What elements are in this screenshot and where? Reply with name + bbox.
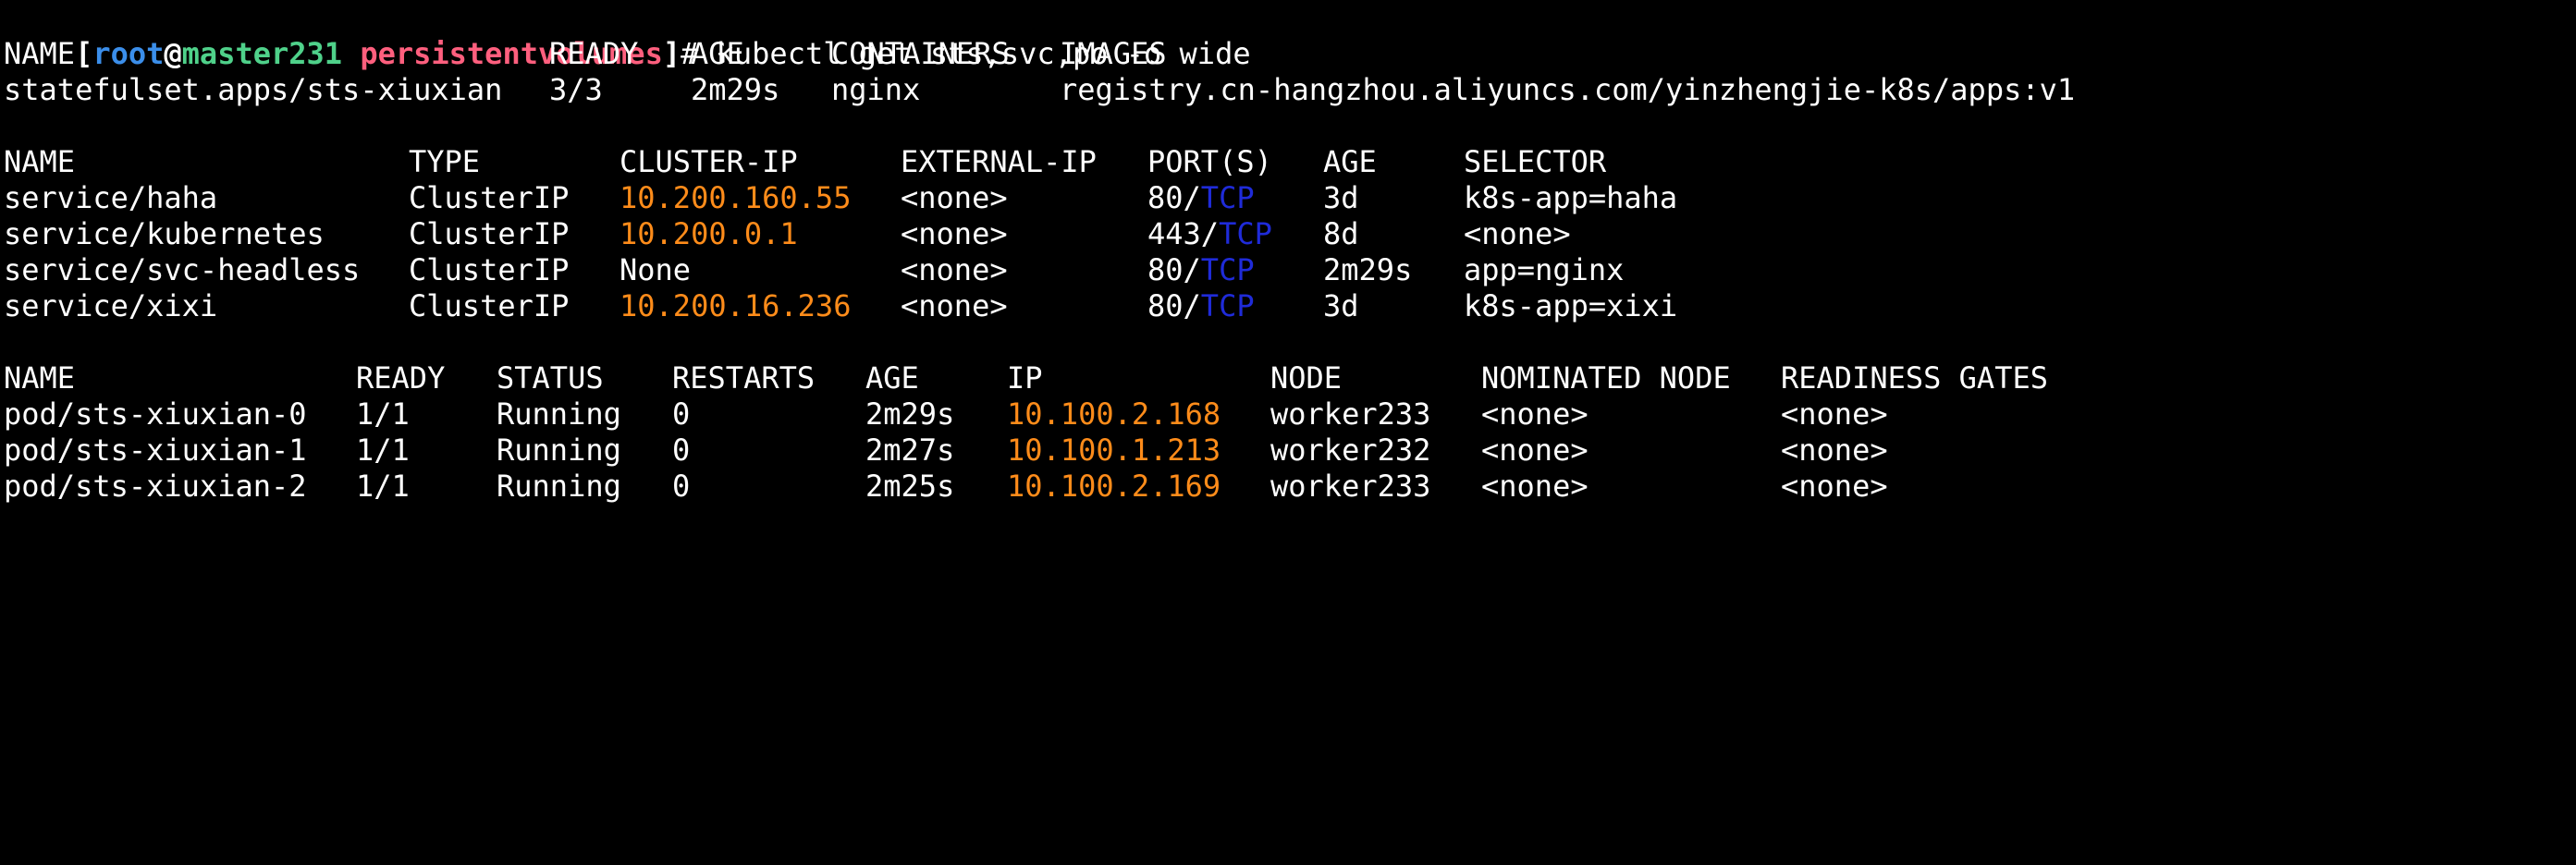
svc-header-age: AGE bbox=[1323, 144, 1377, 179]
svc-cluster-ip: 10.200.0.1 bbox=[619, 216, 798, 251]
svc-age: 3d bbox=[1323, 180, 1359, 215]
sts-header-containers: CONTAINERS bbox=[831, 36, 1010, 71]
pod-ready: 1/1 bbox=[356, 396, 410, 432]
svc-port: 80/TCP bbox=[1147, 180, 1255, 215]
svc-row: service/xixi ClusterIP 10.200.16.236 <no… bbox=[4, 288, 2500, 324]
svc-selector: <none> bbox=[1464, 216, 1571, 251]
svc-age: 3d bbox=[1323, 288, 1359, 323]
pod-ip: 10.100.1.213 bbox=[1007, 432, 1221, 468]
svc-cluster-ip: 10.200.160.55 bbox=[619, 180, 852, 215]
pod-node: worker232 bbox=[1270, 432, 1431, 468]
svc-age: 2m29s bbox=[1323, 252, 1413, 287]
svc-type: ClusterIP bbox=[409, 288, 570, 323]
svc-name: service/kubernetes bbox=[4, 216, 325, 251]
pod-restarts: 0 bbox=[672, 469, 691, 504]
command-prompt-line: [root@master231 persistentvolumes]# kube… bbox=[4, 0, 1251, 71]
pod-readiness-gates: <none> bbox=[1781, 432, 1888, 468]
pod-readiness-gates: <none> bbox=[1781, 469, 1888, 504]
pod-header-restarts: RESTARTS bbox=[672, 360, 816, 396]
pod-readiness-gates: <none> bbox=[1781, 396, 1888, 432]
svc-type: ClusterIP bbox=[409, 180, 570, 215]
sts-age: 2m29s bbox=[691, 72, 780, 107]
svc-cluster-ip: None bbox=[619, 252, 692, 287]
pod-restarts: 0 bbox=[672, 396, 691, 432]
sts-header-age: AGE bbox=[691, 36, 744, 71]
svc-protocol: TCP bbox=[1200, 252, 1255, 287]
svc-name: service/svc-headless bbox=[4, 252, 361, 287]
svc-type: ClusterIP bbox=[409, 252, 570, 287]
pod-age: 2m29s bbox=[865, 396, 955, 432]
svc-protocol: TCP bbox=[1200, 180, 1255, 215]
svc-header-type: TYPE bbox=[409, 144, 481, 179]
sts-containers: nginx bbox=[831, 72, 921, 107]
svc-name: service/haha bbox=[4, 180, 218, 215]
sts-header-row: NAME READY AGE CONTAINERS IMAGES bbox=[4, 36, 2500, 72]
pod-restarts: 0 bbox=[672, 432, 691, 468]
pod-ip: 10.100.2.169 bbox=[1007, 469, 1221, 504]
pod-node: worker233 bbox=[1270, 396, 1431, 432]
pod-header-status: STATUS bbox=[497, 360, 604, 396]
pod-header-row: NAME READY STATUS RESTARTS AGE IP NODE N… bbox=[4, 360, 2500, 396]
svc-external-ip: <none> bbox=[901, 288, 1008, 323]
sts-images: registry.cn-hangzhou.aliyuncs.com/yinzhe… bbox=[1060, 72, 2076, 107]
svc-port: 80/TCP bbox=[1147, 252, 1255, 287]
pod-header-node: NODE bbox=[1270, 360, 1343, 396]
pod-status: Running bbox=[497, 469, 621, 504]
svc-row: service/svc-headless ClusterIP None <non… bbox=[4, 252, 2500, 288]
svc-cluster-ip: 10.200.16.236 bbox=[619, 288, 852, 323]
pod-ip: 10.100.2.168 bbox=[1007, 396, 1221, 432]
svc-type: ClusterIP bbox=[409, 216, 570, 251]
sts-header-name: NAME bbox=[4, 36, 76, 71]
svc-external-ip: <none> bbox=[901, 252, 1008, 287]
svc-name: service/xixi bbox=[4, 288, 218, 323]
sts-name: statefulset.apps/sts-xiuxian bbox=[4, 72, 503, 107]
svc-selector: app=nginx bbox=[1464, 252, 1625, 287]
pod-header-ip: IP bbox=[1007, 360, 1043, 396]
svc-row: service/haha ClusterIP 10.200.160.55 <no… bbox=[4, 180, 2500, 216]
pod-row: pod/sts-xiuxian-1 1/1 Running 0 2m27s 10… bbox=[4, 432, 2500, 469]
sts-header-ready: READY bbox=[549, 36, 639, 71]
sts-row: statefulset.apps/sts-xiuxian 3/3 2m29s n… bbox=[4, 72, 2500, 108]
svc-header-ports: PORT(S) bbox=[1147, 144, 1272, 179]
svc-header-row: NAME TYPE CLUSTER-IP EXTERNAL-IP PORT(S)… bbox=[4, 144, 2500, 180]
sts-header-images: IMAGES bbox=[1060, 36, 1167, 71]
svc-row: service/kubernetes ClusterIP 10.200.0.1 … bbox=[4, 216, 2500, 252]
pod-header-readiness-gates: READINESS GATES bbox=[1781, 360, 2048, 396]
svc-protocol: TCP bbox=[1219, 216, 1272, 251]
pod-age: 2m27s bbox=[865, 432, 955, 468]
svc-selector: k8s-app=haha bbox=[1464, 180, 1678, 215]
pod-name: pod/sts-xiuxian-2 bbox=[4, 469, 307, 504]
svc-age: 8d bbox=[1323, 216, 1359, 251]
pod-ready: 1/1 bbox=[356, 432, 410, 468]
pod-name: pod/sts-xiuxian-0 bbox=[4, 396, 307, 432]
pod-node: worker233 bbox=[1270, 469, 1431, 504]
pod-row: pod/sts-xiuxian-0 1/1 Running 0 2m29s 10… bbox=[4, 396, 2500, 432]
terminal-window[interactable]: [root@master231 persistentvolumes]# kube… bbox=[0, 0, 2576, 506]
svc-port: 443/TCP bbox=[1147, 216, 1272, 251]
pod-nominated-node: <none> bbox=[1481, 432, 1589, 468]
pod-header-age: AGE bbox=[865, 360, 919, 396]
pod-name: pod/sts-xiuxian-1 bbox=[4, 432, 307, 468]
sts-ready: 3/3 bbox=[549, 72, 603, 107]
svc-port: 80/TCP bbox=[1147, 288, 1255, 323]
svc-header-selector: SELECTOR bbox=[1464, 144, 1607, 179]
svc-header-external-ip: EXTERNAL-IP bbox=[901, 144, 1097, 179]
svc-external-ip: <none> bbox=[901, 216, 1008, 251]
svc-external-ip: <none> bbox=[901, 180, 1008, 215]
pod-header-nominated-node: NOMINATED NODE bbox=[1481, 360, 1731, 396]
pod-status: Running bbox=[497, 396, 621, 432]
pod-ready: 1/1 bbox=[356, 469, 410, 504]
pod-status: Running bbox=[497, 432, 621, 468]
svc-header-name: NAME bbox=[4, 144, 76, 179]
svc-protocol: TCP bbox=[1200, 288, 1255, 323]
pod-header-name: NAME bbox=[4, 360, 76, 396]
pod-nominated-node: <none> bbox=[1481, 396, 1589, 432]
svc-header-cluster-ip: CLUSTER-IP bbox=[619, 144, 798, 179]
pod-row: pod/sts-xiuxian-2 1/1 Running 0 2m25s 10… bbox=[4, 469, 2500, 505]
pod-age: 2m25s bbox=[865, 469, 955, 504]
pod-nominated-node: <none> bbox=[1481, 469, 1589, 504]
pod-header-ready: READY bbox=[356, 360, 446, 396]
svc-selector: k8s-app=xixi bbox=[1464, 288, 1678, 323]
